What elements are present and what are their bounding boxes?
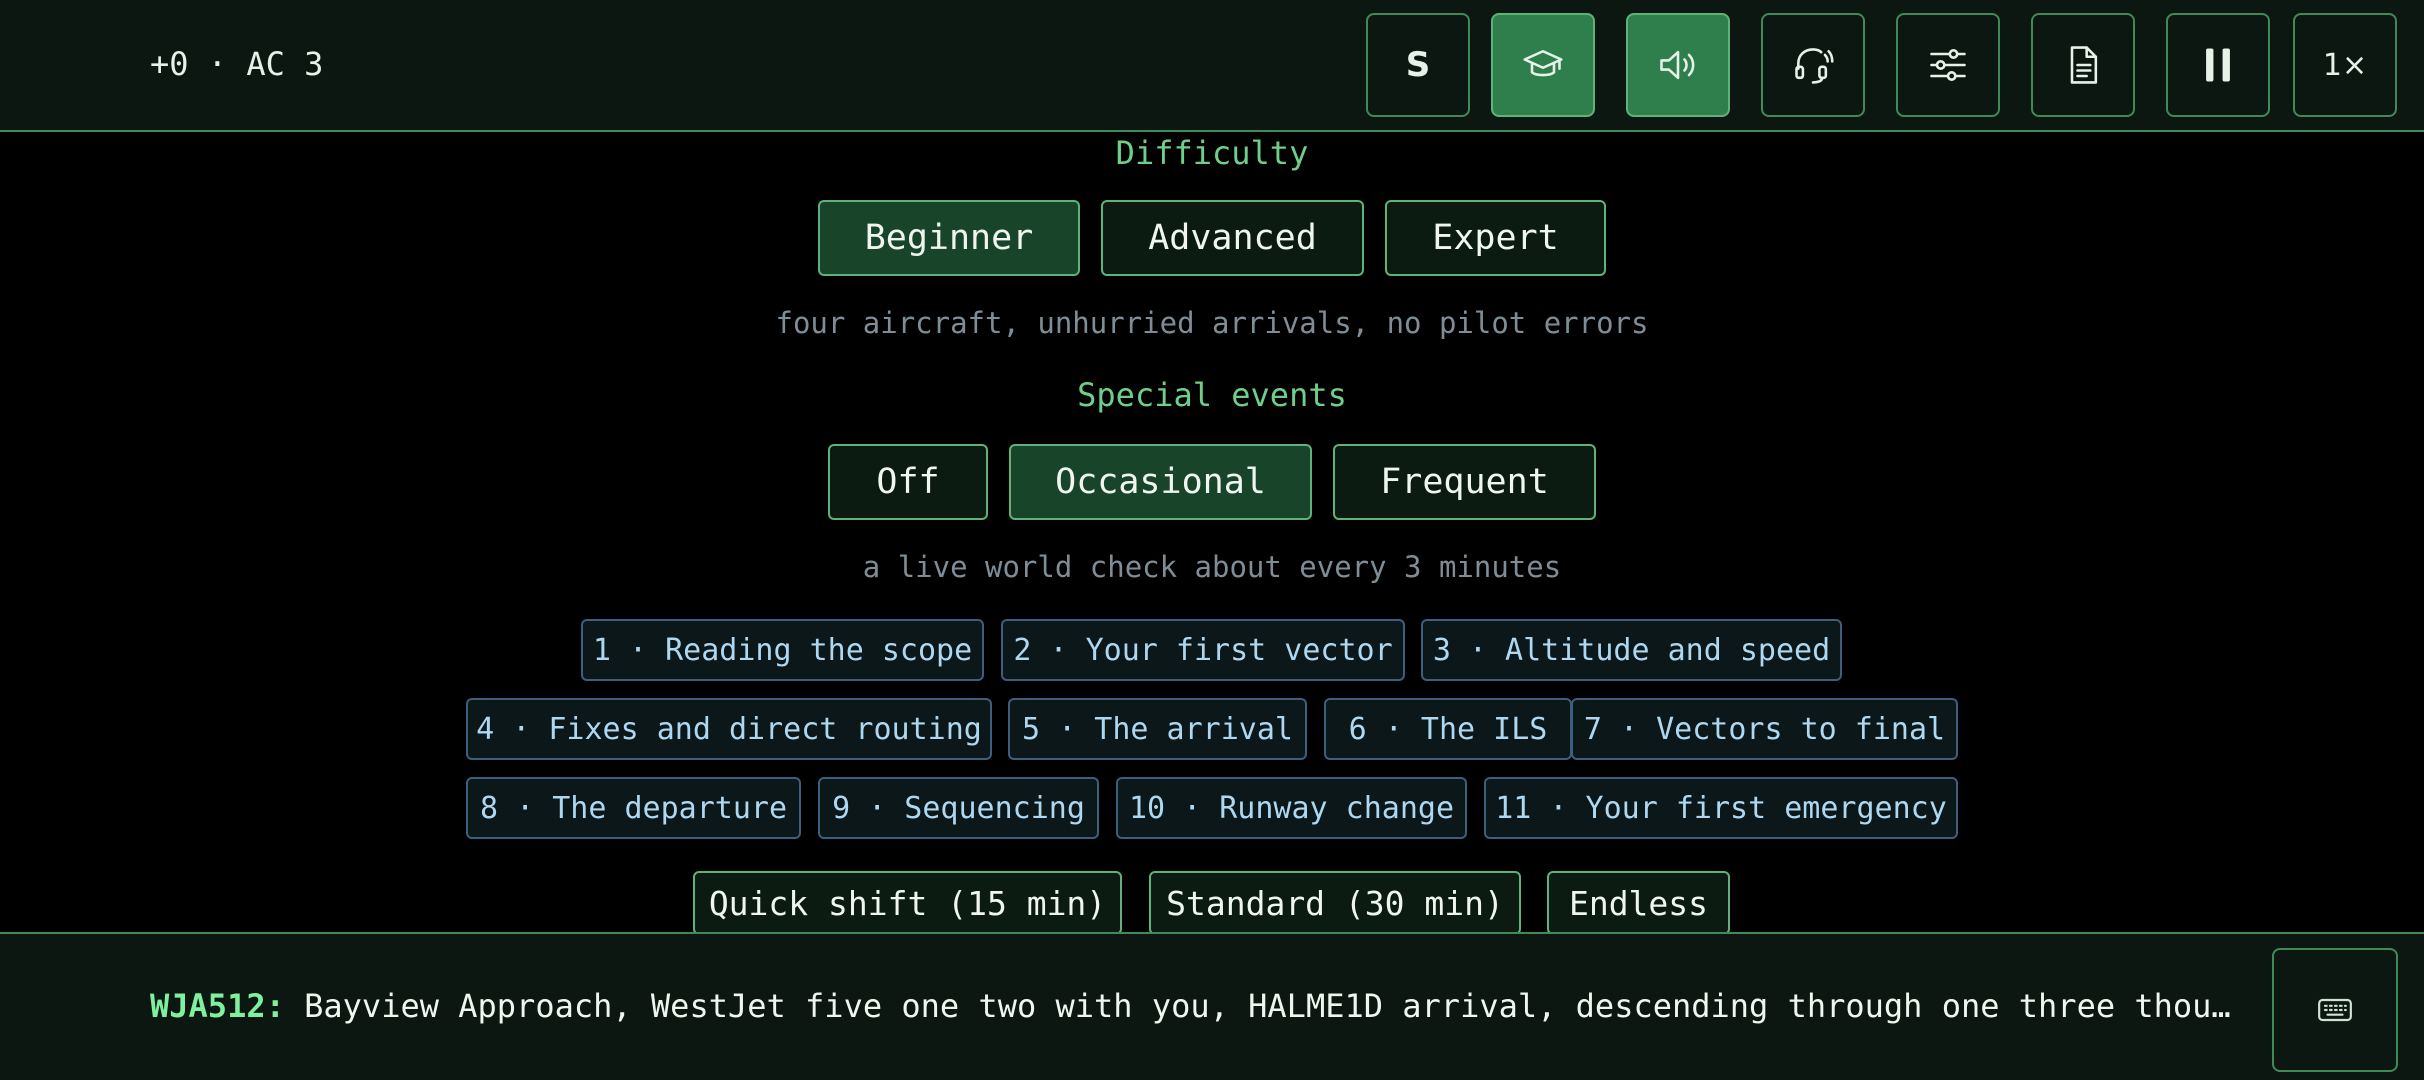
lesson-2-button[interactable]: 2 · Your first vector bbox=[1001, 619, 1405, 681]
status-readout: +0 · AC 3 bbox=[150, 44, 323, 84]
endless-shift-button[interactable]: Endless bbox=[1547, 871, 1730, 935]
radio-callsign: WJA512: bbox=[150, 987, 285, 1025]
radio-button[interactable] bbox=[1761, 13, 1865, 117]
quick-shift-button[interactable]: Quick shift (15 min) bbox=[693, 871, 1122, 935]
status-separator: · bbox=[207, 45, 228, 83]
speed-button[interactable]: 1× bbox=[2293, 13, 2397, 117]
difficulty-beginner-button[interactable]: Beginner bbox=[818, 200, 1080, 276]
lesson-9-button[interactable]: 9 · Sequencing bbox=[818, 777, 1099, 839]
document-icon bbox=[2070, 46, 2098, 84]
log-button[interactable] bbox=[2031, 13, 2135, 117]
keyboard-button[interactable] bbox=[2272, 948, 2398, 1072]
difficulty-label: Difficulty bbox=[1115, 134, 1309, 172]
lesson-6-button[interactable]: 6 · The ILS bbox=[1324, 698, 1572, 760]
lesson-4-button[interactable]: 4 · Fixes and direct routing bbox=[466, 698, 992, 760]
speed-label: 1× bbox=[2322, 47, 2368, 83]
lesson-8-button[interactable]: 8 · The departure bbox=[466, 777, 801, 839]
top-bar: +0 · AC 3 S 1× bbox=[0, 0, 2424, 132]
graduation-cap-icon bbox=[1523, 49, 1563, 77]
difficulty-advanced-button[interactable]: Advanced bbox=[1101, 200, 1364, 276]
s-button-label: S bbox=[1405, 45, 1431, 85]
pause-button[interactable] bbox=[2166, 13, 2270, 117]
settings-button[interactable] bbox=[1896, 13, 2000, 117]
sound-button[interactable] bbox=[1626, 13, 1730, 117]
aircraft-count: AC 3 bbox=[246, 45, 324, 83]
lesson-3-button[interactable]: 3 · Altitude and speed bbox=[1421, 619, 1842, 681]
radio-message: Bayview Approach, WestJet five one two w… bbox=[304, 987, 2245, 1025]
special-events-label: Special events bbox=[1077, 376, 1347, 414]
speaker-icon bbox=[1660, 50, 1695, 80]
radio-transmission: WJA512: Bayview Approach, WestJet five o… bbox=[150, 984, 2245, 1028]
radio-bar: WJA512: Bayview Approach, WestJet five o… bbox=[0, 932, 2424, 1080]
pause-icon bbox=[2206, 48, 2230, 82]
difficulty-expert-button[interactable]: Expert bbox=[1385, 200, 1606, 276]
lesson-1-button[interactable]: 1 · Reading the scope bbox=[581, 619, 984, 681]
lesson-11-button[interactable]: 11 · Your first emergency bbox=[1484, 777, 1958, 839]
headset-icon bbox=[1795, 48, 1834, 84]
standard-shift-button[interactable]: Standard (30 min) bbox=[1149, 871, 1521, 935]
events-off-button[interactable]: Off bbox=[828, 444, 988, 520]
difficulty-hint: four aircraft, unhurried arrivals, no pi… bbox=[775, 306, 1649, 340]
lesson-7-button[interactable]: 7 · Vectors to final bbox=[1571, 698, 1958, 760]
sliders-icon bbox=[1930, 49, 1966, 81]
score-value: +0 bbox=[150, 45, 189, 83]
s-button[interactable]: S bbox=[1366, 13, 1470, 117]
tutorial-button[interactable] bbox=[1491, 13, 1595, 117]
events-occasional-button[interactable]: Occasional bbox=[1009, 444, 1312, 520]
lesson-5-button[interactable]: 5 · The arrival bbox=[1008, 698, 1307, 760]
setup-panel: Difficulty Beginner Advanced Expert four… bbox=[0, 134, 2424, 935]
events-hint: a live world check about every 3 minutes bbox=[862, 550, 1562, 584]
events-frequent-button[interactable]: Frequent bbox=[1333, 444, 1596, 520]
lesson-10-button[interactable]: 10 · Runway change bbox=[1116, 777, 1467, 839]
keyboard-icon bbox=[2318, 998, 2352, 1022]
